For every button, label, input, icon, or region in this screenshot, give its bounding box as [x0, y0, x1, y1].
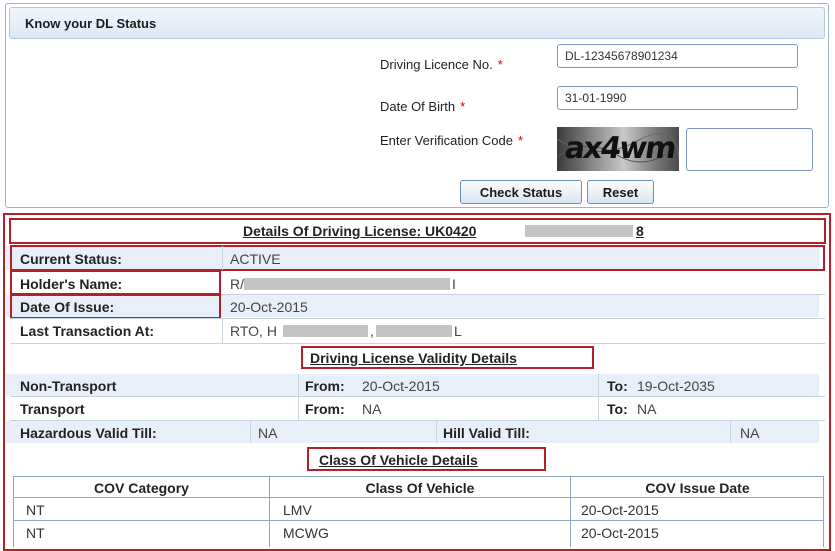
form-title: Know your DL Status — [25, 16, 157, 31]
cov-cell: 20-Oct-2015 — [581, 525, 659, 541]
redacted-mask — [244, 278, 450, 290]
dob-label: Date Of Birth * — [380, 99, 466, 114]
divider — [598, 374, 599, 420]
non-transport-label: Non-Transport — [20, 378, 117, 394]
cov-cell: LMV — [283, 502, 312, 518]
required-mark: * — [460, 99, 466, 114]
details-title: Details Of Driving License: UK0420 — [243, 223, 477, 239]
transport-to-value: NA — [637, 401, 657, 417]
divider — [222, 319, 223, 343]
hill-label: Hill Valid Till: — [443, 425, 530, 441]
divider — [730, 421, 731, 443]
transport-to-label: To: — [607, 401, 628, 417]
date-of-issue-value: 20-Oct-2015 — [230, 299, 308, 315]
reset-button[interactable]: Reset — [587, 180, 654, 204]
hazardous-value: NA — [258, 425, 278, 441]
date-of-issue-label: Date Of Issue: — [20, 299, 115, 315]
dob-input[interactable] — [557, 86, 798, 110]
check-status-button[interactable]: Check Status — [460, 180, 582, 204]
captcha-text: ax4wm — [562, 131, 677, 166]
divider — [13, 497, 824, 498]
form-header: Know your DL Status — [9, 7, 825, 39]
cov-cell: NT — [26, 525, 45, 541]
last-transaction-prefix: RTO, H — [230, 323, 277, 339]
divider — [298, 374, 299, 420]
verification-code-label: Enter Verification Code * — [380, 133, 524, 148]
holder-name-suffix: I — [452, 276, 456, 292]
current-status-value: ACTIVE — [230, 251, 281, 267]
cov-title: Class Of Vehicle Details — [319, 452, 478, 468]
holder-name-label: Holder's Name: — [20, 276, 123, 292]
cov-header-issue-date: COV Issue Date — [645, 480, 750, 496]
divider — [10, 343, 825, 344]
non-transport-from-label: From: — [305, 378, 345, 394]
redacted-mask — [283, 325, 368, 337]
dl-number-label: Driving Licence No. * — [380, 57, 503, 72]
transport-label: Transport — [20, 401, 85, 417]
transport-from-value: NA — [362, 401, 382, 417]
cov-cell: NT — [26, 502, 45, 518]
divider — [10, 396, 825, 397]
hazardous-label: Hazardous Valid Till: — [20, 425, 157, 441]
divider — [13, 520, 824, 521]
last-transaction-suffix: L — [454, 323, 462, 339]
divider — [436, 421, 437, 443]
last-transaction-mid: , — [370, 323, 374, 339]
cov-header-category: COV Category — [94, 480, 189, 496]
transport-from-label: From: — [305, 401, 345, 417]
required-mark: * — [517, 133, 524, 148]
required-mark: * — [497, 57, 503, 72]
current-status-box — [10, 245, 825, 271]
non-transport-from-value: 20-Oct-2015 — [362, 378, 440, 394]
validity-title: Driving License Validity Details — [310, 350, 517, 366]
divider — [10, 318, 825, 319]
last-transaction-label: Last Transaction At: — [20, 323, 155, 339]
verification-code-input[interactable] — [686, 128, 813, 171]
redacted-mask — [376, 325, 452, 337]
non-transport-to-value: 19-Oct-2035 — [637, 378, 715, 394]
non-transport-to-label: To: — [607, 378, 628, 394]
redacted-mask — [525, 225, 633, 237]
divider — [222, 246, 223, 270]
dl-number-input[interactable] — [557, 44, 798, 68]
cov-cell: MCWG — [283, 525, 329, 541]
holder-name-prefix: R/ — [230, 276, 244, 292]
cov-cell: 20-Oct-2015 — [581, 502, 659, 518]
captcha-image: ax4wm — [557, 127, 679, 171]
hill-value: NA — [740, 425, 760, 441]
divider — [250, 421, 251, 443]
details-title-suffix: 8 — [636, 223, 644, 239]
cov-header-class: Class Of Vehicle — [365, 480, 475, 496]
current-status-label: Current Status: — [20, 251, 122, 267]
